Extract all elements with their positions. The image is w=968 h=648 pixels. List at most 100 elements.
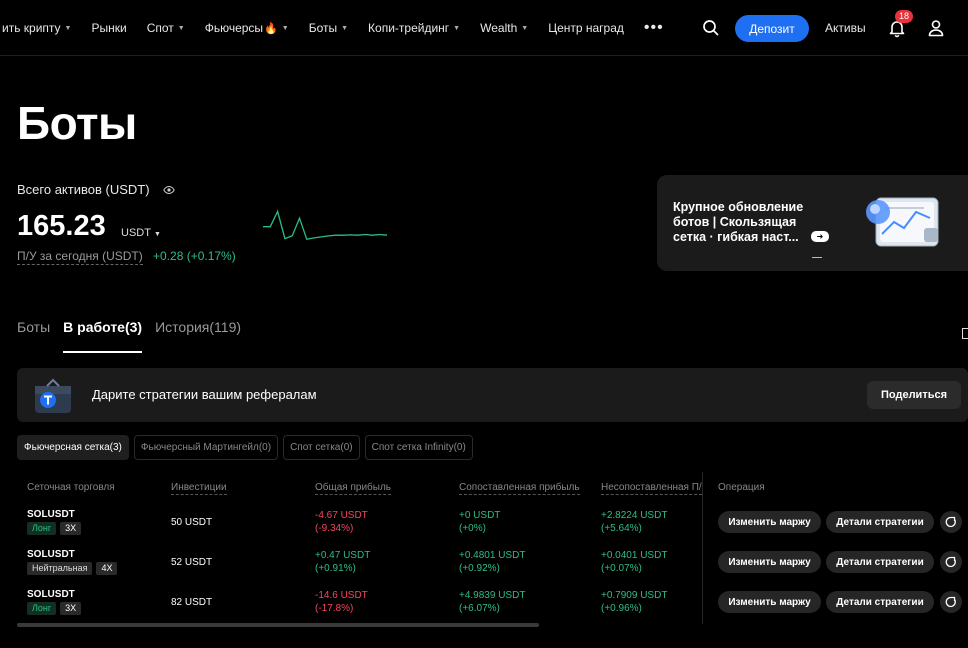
nav-item[interactable]: Центр наград (538, 0, 634, 56)
filter-chip[interactable]: Фьючерсный Мартингейл(0) (133, 435, 279, 460)
search-icon[interactable] (701, 18, 721, 38)
share-icon[interactable] (940, 591, 962, 613)
tags: Лонг 3X (27, 602, 85, 615)
matched-profit-value: +0.4801 USDT (459, 550, 526, 561)
unmatched-pnl-value: +0.0401 USDT (601, 550, 668, 561)
side-tag: Нейтральная (27, 562, 93, 575)
unmatched-pnl-pct: (+5.64%) (601, 523, 642, 534)
nav-item-label: Wealth (480, 21, 518, 35)
tab-2[interactable]: История(119) (155, 319, 241, 353)
filter-chip[interactable]: Спот сетка Infinity(0) (364, 435, 473, 460)
referral-text: Дарите стратегии вашим рефералам (92, 387, 317, 402)
col-matched-profit[interactable]: Сопоставленная прибыль (459, 482, 580, 495)
share-icon[interactable] (940, 551, 962, 573)
caret-down-icon: ▼ (341, 24, 349, 32)
col-grid-trading: Сеточная торговля (27, 482, 115, 493)
expand-icon[interactable] (962, 328, 968, 339)
nav-item[interactable]: Копи-трейдинг ▼ (358, 0, 470, 56)
nav-item[interactable]: Фьючерсы 🔥 ▼ (195, 0, 299, 56)
nav-item-label: ить крипту (2, 21, 61, 35)
nav-item[interactable]: ить крипту ▼ (0, 0, 81, 56)
side-tag: Лонг (27, 602, 57, 615)
table-row[interactable]: SOLUSDT Лонг 3X 50 USDT -4.67 USDT (-9.34%) +0… (0, 508, 968, 548)
nav-item-label: Фьючерсы (204, 21, 264, 35)
col-investment[interactable]: Инвестиции (171, 482, 227, 495)
caret-down-icon: ▼ (64, 24, 72, 32)
caret-down-icon: ▼ (281, 24, 289, 32)
investment-value: 82 USDT (171, 597, 213, 608)
total-profit-pct: (-17.8%) (315, 603, 354, 614)
tab-1[interactable]: В работе(3) (63, 319, 143, 353)
tags: Нейтральная 4X (27, 562, 121, 575)
tags: Лонг 3X (27, 522, 85, 535)
nav-item[interactable]: Боты ▼ (299, 0, 358, 56)
change-margin-button[interactable]: Изменить маржу (718, 551, 821, 573)
carousel-indicator[interactable] (812, 257, 822, 258)
filter-chip[interactable]: Спот сетка(0) (283, 435, 360, 460)
currency-selector[interactable]: USDT ▼ (121, 227, 161, 239)
total-profit-value: +0.47 USDT (315, 550, 371, 561)
leverage-tag: 4X (96, 562, 118, 575)
change-margin-button[interactable]: Изменить маржу (718, 511, 821, 533)
arrow-right-icon[interactable]: ➜ (811, 231, 829, 242)
strategy-details-button[interactable]: Детали стратегии (826, 551, 934, 573)
share-icon[interactable] (940, 511, 962, 533)
leverage-tag: 3X (60, 602, 82, 615)
total-profit-pct: (+0.91%) (315, 563, 356, 574)
strategy-details-button[interactable]: Детали стратегии (826, 511, 934, 533)
investment-value: 50 USDT (171, 517, 213, 528)
col-operation: Операция (718, 482, 765, 493)
nav-item[interactable]: Рынки (81, 0, 136, 56)
matched-profit-cell: +4.9839 USDT (+6.07%) (459, 589, 525, 615)
unmatched-pnl-cell: +0.0401 USDT (+0.07%) (601, 549, 667, 575)
investment-value: 52 USDT (171, 557, 213, 568)
total-assets-value: 165.23 (17, 210, 106, 242)
tab-0[interactable]: Боты (17, 319, 50, 353)
table-row[interactable]: SOLUSDT Лонг 3X 82 USDT -14.6 USDT (-17.8%) +4… (0, 588, 968, 628)
pair-name: SOLUSDT (27, 549, 75, 560)
promo-title: Крупное обновление ботов | Скользящая се… (673, 200, 804, 244)
unmatched-pnl-cell: +2.8224 USDT (+5.64%) (601, 509, 667, 535)
caret-down-icon: ▼ (453, 24, 461, 32)
table-row[interactable]: SOLUSDT Нейтральная 4X 52 USDT +0.47 USDT (+0… (0, 548, 968, 588)
assets-link[interactable]: Активы (825, 21, 866, 35)
eye-icon[interactable] (163, 184, 175, 196)
total-profit-pct: (-9.34%) (315, 523, 354, 534)
strategy-details-button[interactable]: Детали стратегии (826, 591, 934, 613)
filter-chip[interactable]: Фьючерсная сетка(3) (17, 435, 129, 460)
nav-item[interactable]: Wealth ▼ (470, 0, 538, 56)
bot-tabs: Боты В работе(3) История(119) (17, 319, 254, 353)
matched-profit-pct: (+6.07%) (459, 603, 500, 614)
total-profit-value: -14.6 USDT (315, 590, 368, 601)
col-total-profit[interactable]: Общая прибыль (315, 482, 392, 495)
horizontal-scrollbar[interactable] (17, 623, 539, 627)
deposit-button[interactable]: Депозит (735, 15, 809, 42)
nav-item-label: Копи-трейдинг (368, 21, 450, 35)
more-menu-icon[interactable]: ••• (634, 0, 674, 56)
col-unmatched-pnl[interactable]: Несопоставленная П/У (601, 482, 702, 495)
nav-item-label: Центр наград (548, 21, 624, 35)
matched-profit-value: +4.9839 USDT (459, 590, 526, 601)
promo-banner[interactable]: Крупное обновление ботов | Скользящая се… (657, 175, 968, 271)
nav-item-label: Рынки (91, 21, 127, 35)
leverage-tag: 3X (60, 522, 82, 535)
total-profit-cell: -4.67 USDT (-9.34%) (315, 509, 368, 535)
matched-profit-pct: (+0.92%) (459, 563, 500, 574)
strategy-filters: Фьючерсная сетка(3) Фьючерсный Мартингейл… (17, 435, 478, 460)
change-margin-button[interactable]: Изменить маржу (718, 591, 821, 613)
pair-name: SOLUSDT (27, 509, 75, 520)
nav-item[interactable]: Спот ▼ (137, 0, 195, 56)
caret-down-icon: ▼ (153, 231, 161, 238)
unmatched-pnl-value: +2.8224 USDT (601, 510, 668, 521)
assets-sparkline (263, 209, 388, 241)
unmatched-pnl-cell: +0.7909 USDT (+0.96%) (601, 589, 667, 615)
matched-profit-value: +0 USDT (459, 510, 501, 521)
nav-item-label: Спот (146, 21, 174, 35)
matched-profit-cell: +0.4801 USDT (+0.92%) (459, 549, 525, 575)
side-tag: Лонг (27, 522, 57, 535)
fire-icon: 🔥 (264, 22, 278, 35)
user-icon[interactable] (926, 18, 946, 38)
share-button[interactable]: Поделиться (867, 381, 961, 409)
caret-down-icon: ▼ (521, 24, 529, 32)
total-assets-label: Всего активов (USDT) (17, 182, 150, 197)
